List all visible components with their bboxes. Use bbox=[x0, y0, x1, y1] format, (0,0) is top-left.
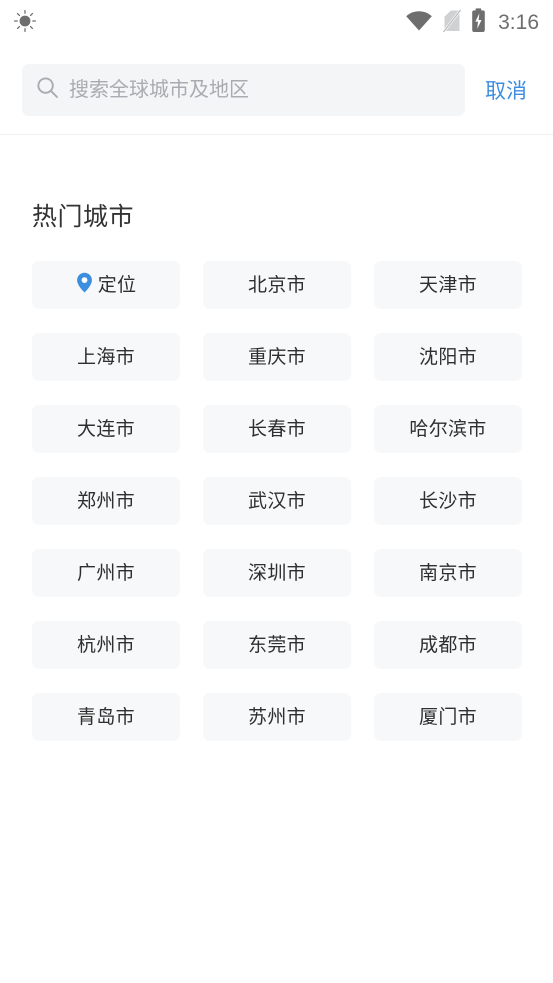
city-chip-label: 北京市 bbox=[248, 274, 306, 296]
city-chip[interactable]: 青岛市 bbox=[32, 693, 180, 741]
city-chip[interactable]: 苏州市 bbox=[203, 693, 351, 741]
city-chip-label: 天津市 bbox=[419, 274, 477, 296]
city-chip[interactable]: 大连市 bbox=[32, 405, 180, 453]
city-chip[interactable]: 长春市 bbox=[203, 405, 351, 453]
city-chip[interactable]: 天津市 bbox=[374, 261, 522, 309]
no-sim-icon bbox=[442, 8, 462, 38]
search-field-container[interactable] bbox=[22, 64, 465, 116]
city-chip[interactable]: 南京市 bbox=[374, 549, 522, 597]
sun-icon bbox=[12, 8, 38, 39]
city-chip-label: 长春市 bbox=[248, 418, 306, 440]
city-chip-label: 青岛市 bbox=[77, 706, 135, 728]
city-chip[interactable]: 厦门市 bbox=[374, 693, 522, 741]
city-chip[interactable]: 东莞市 bbox=[203, 621, 351, 669]
city-chip[interactable]: 杭州市 bbox=[32, 621, 180, 669]
city-chip[interactable]: 重庆市 bbox=[203, 333, 351, 381]
city-chip-label: 武汉市 bbox=[248, 490, 306, 512]
city-grid: 定位 北京市 天津市上海市 重庆市 沈阳市大连市 长春市 哈尔滨市郑州市 武汉市 长沙市广州市 深… bbox=[32, 261, 522, 741]
cancel-button[interactable]: 取消 bbox=[483, 71, 529, 109]
city-chip-label: 广州市 bbox=[77, 562, 135, 584]
city-chip-label: 沈阳市 bbox=[419, 346, 477, 368]
city-chip[interactable]: 长沙市 bbox=[374, 477, 522, 525]
battery-charging-icon bbox=[471, 8, 486, 38]
hot-cities-section: 热门城市 定位 北京市 天津市上海市 重庆市 沈阳市大连市 长春市 哈尔滨市郑州市 武汉市 长沙… bbox=[0, 197, 553, 741]
city-chip-label: 东莞市 bbox=[248, 634, 306, 656]
city-chip[interactable]: 广州市 bbox=[32, 549, 180, 597]
city-chip-label: 深圳市 bbox=[248, 562, 306, 584]
city-chip[interactable]: 深圳市 bbox=[203, 549, 351, 597]
city-chip-label: 郑州市 bbox=[77, 490, 135, 512]
status-bar-right: 3:16 bbox=[405, 8, 539, 38]
city-chip-label: 苏州市 bbox=[248, 706, 306, 728]
city-chip-label: 南京市 bbox=[419, 562, 477, 584]
search-icon bbox=[36, 76, 59, 104]
header-divider bbox=[0, 134, 553, 135]
status-bar-left bbox=[12, 8, 38, 39]
city-chip-label: 成都市 bbox=[419, 634, 477, 656]
city-chip[interactable]: 武汉市 bbox=[203, 477, 351, 525]
city-chip-label: 厦门市 bbox=[419, 706, 477, 728]
location-pin-icon bbox=[76, 272, 93, 298]
city-chip[interactable]: 成都市 bbox=[374, 621, 522, 669]
city-chip-label: 长沙市 bbox=[419, 490, 477, 512]
city-chip-label: 哈尔滨市 bbox=[409, 418, 487, 440]
status-time: 3:16 bbox=[498, 11, 539, 34]
city-chip-label: 重庆市 bbox=[248, 346, 306, 368]
search-bar: 取消 bbox=[0, 46, 553, 134]
city-chip[interactable]: 哈尔滨市 bbox=[374, 405, 522, 453]
city-chip[interactable]: 沈阳市 bbox=[374, 333, 522, 381]
city-chip[interactable]: 北京市 bbox=[203, 261, 351, 309]
city-chip-label: 大连市 bbox=[77, 418, 135, 440]
locate-chip[interactable]: 定位 bbox=[32, 261, 180, 309]
app-screen: 3:16 取消 热门城市 定位 北京市 天津市上海市 重庆市 沈阳市大连市 长春市 哈尔滨市… bbox=[0, 0, 553, 983]
search-input[interactable] bbox=[69, 64, 451, 116]
city-chip[interactable]: 上海市 bbox=[32, 333, 180, 381]
city-chip-label: 定位 bbox=[97, 274, 137, 296]
page-title: 热门城市 bbox=[32, 203, 135, 231]
city-chip-label: 杭州市 bbox=[77, 634, 135, 656]
city-chip[interactable]: 郑州市 bbox=[32, 477, 180, 525]
wifi-icon bbox=[405, 10, 433, 37]
city-chip-label: 上海市 bbox=[77, 346, 135, 368]
status-bar: 3:16 bbox=[0, 0, 553, 46]
